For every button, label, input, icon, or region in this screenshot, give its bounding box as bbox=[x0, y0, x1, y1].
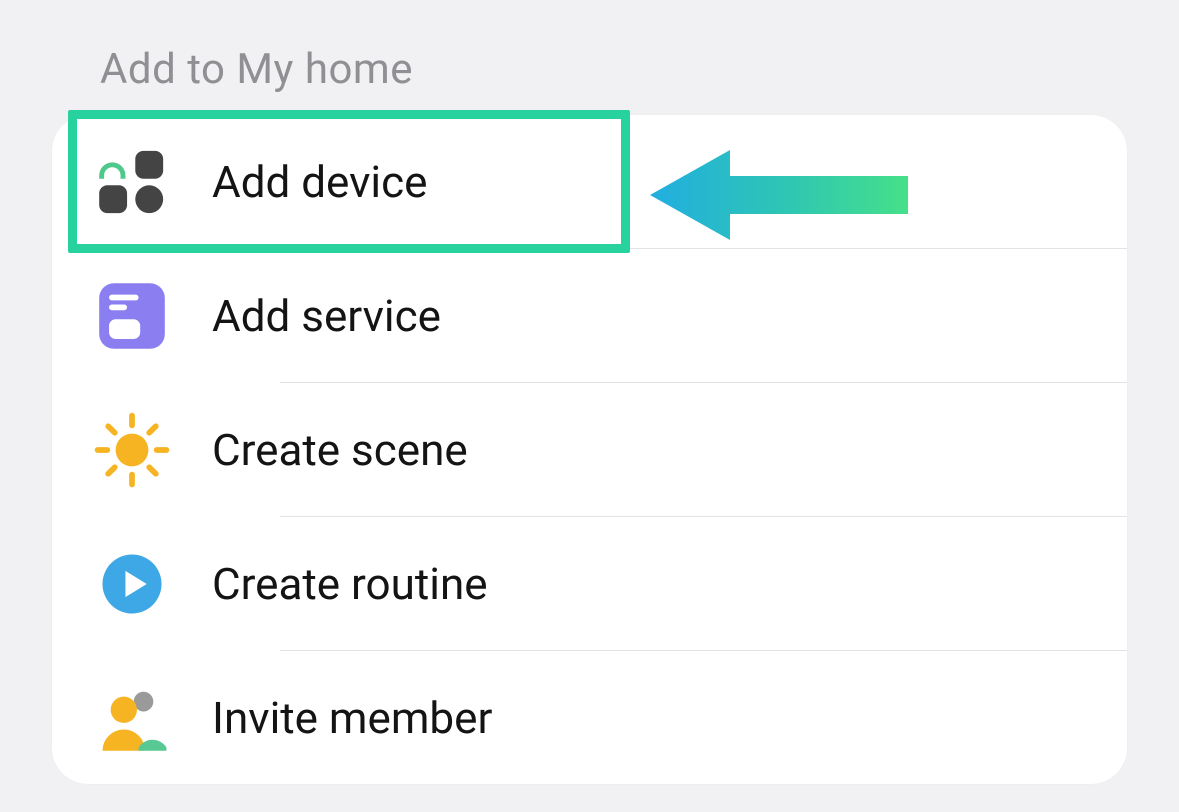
menu-item-label: Create routine bbox=[212, 558, 488, 610]
service-card-icon bbox=[52, 275, 212, 357]
menu-item-invite-member[interactable]: Invite member bbox=[52, 651, 1127, 784]
page-root: Add to My home Add device bbox=[0, 0, 1179, 812]
section-title: Add to My home bbox=[100, 45, 413, 94]
people-icon bbox=[52, 677, 212, 759]
menu-item-add-device[interactable]: Add device bbox=[52, 115, 1127, 248]
menu-item-label: Add device bbox=[212, 156, 428, 208]
menu-card: Add device Add service bbox=[52, 115, 1127, 784]
menu-item-label: Invite member bbox=[212, 692, 492, 744]
play-circle-icon bbox=[52, 543, 212, 625]
menu-item-label: Create scene bbox=[212, 424, 468, 476]
menu-item-add-service[interactable]: Add service bbox=[52, 249, 1127, 382]
devices-grid-icon bbox=[52, 141, 212, 223]
menu-item-create-routine[interactable]: Create routine bbox=[52, 517, 1127, 650]
menu-item-create-scene[interactable]: Create scene bbox=[52, 383, 1127, 516]
sun-icon bbox=[52, 409, 212, 491]
menu-item-label: Add service bbox=[212, 290, 441, 342]
